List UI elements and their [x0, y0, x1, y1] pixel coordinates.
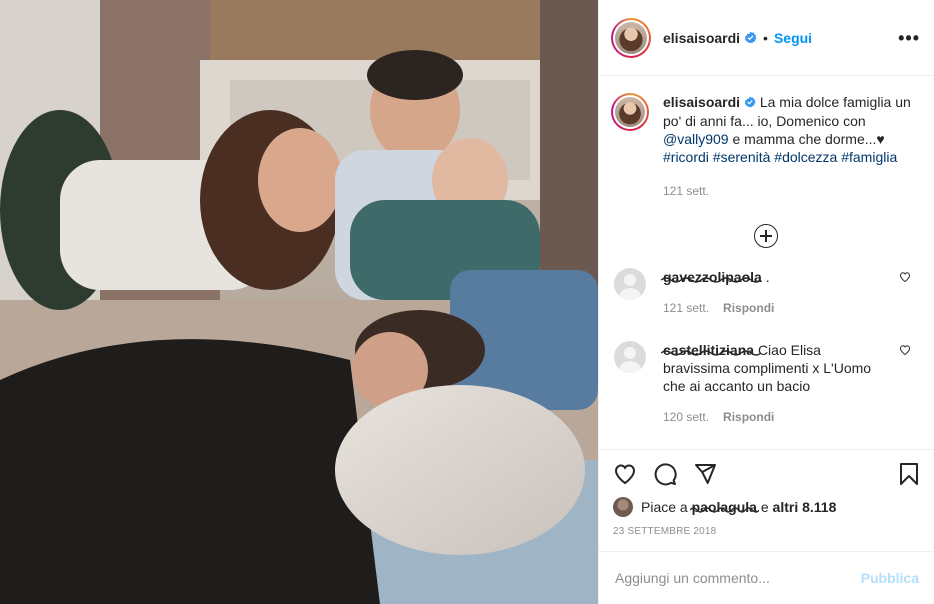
hashtag[interactable]: #serenità — [713, 149, 771, 165]
post-header: elisaisoardi • Segui ••• — [599, 0, 934, 76]
likes-conjunction: e — [760, 499, 769, 515]
caption-avatar[interactable] — [611, 93, 649, 131]
like-heart-icon[interactable] — [613, 462, 637, 486]
comment-username[interactable]: gavezzolipaola — [661, 269, 766, 285]
likes-prefix: Piace a — [641, 499, 688, 515]
publish-button[interactable]: Pubblica — [861, 570, 919, 586]
comment-item: gavezzolipaola . 121 sett. Rispondi — [611, 268, 921, 317]
comment-input[interactable] — [615, 570, 861, 586]
comment-item: castellitiziana Ciao Elisa bravissima co… — [611, 341, 921, 426]
comment-text: . — [765, 269, 770, 285]
follow-button[interactable]: Segui — [774, 30, 812, 46]
hashtag[interactable]: #famiglia — [841, 149, 897, 165]
post-photo[interactable] — [0, 0, 598, 604]
more-options-icon[interactable]: ••• — [898, 29, 920, 47]
liker-username[interactable]: paolagula — [689, 499, 759, 515]
family-photo-image — [0, 0, 598, 604]
comment-time[interactable]: 121 sett. — [663, 299, 709, 317]
verified-badge-icon — [744, 31, 757, 44]
save-bookmark-icon[interactable] — [897, 462, 921, 486]
post-actions: Piace a paolagula e altri 8.118 23 SETTE… — [599, 449, 934, 537]
like-comment-heart-icon[interactable] — [899, 270, 911, 288]
like-comment-heart-icon[interactable] — [899, 343, 911, 361]
comment-username[interactable]: castellitiziana — [661, 342, 761, 358]
post-date[interactable]: 23 SETTEMBRE 2018 — [599, 526, 934, 537]
post-caption: elisaisoardi La mia dolce famiglia un po… — [611, 93, 921, 200]
likes-others[interactable]: altri 8.118 — [773, 499, 837, 515]
author-username[interactable]: elisaisoardi — [663, 30, 740, 46]
likes-summary: Piace a paolagula e altri 8.118 — [599, 494, 934, 520]
comment-bubble-icon[interactable] — [653, 462, 677, 486]
comment-time[interactable]: 120 sett. — [663, 408, 709, 426]
reply-button[interactable]: Rispondi — [723, 408, 774, 426]
caption-username[interactable]: elisaisoardi — [663, 94, 740, 110]
comment-avatar[interactable] — [614, 341, 646, 373]
hashtag[interactable]: #ricordi — [663, 149, 709, 165]
plus-circle-icon[interactable] — [754, 224, 778, 248]
caption-mention[interactable]: @vally909 — [663, 131, 729, 147]
add-comment-bar: Pubblica — [599, 551, 934, 604]
hashtag[interactable]: #dolcezza — [774, 149, 837, 165]
load-more-comments — [611, 224, 921, 248]
verified-badge-icon — [744, 94, 756, 112]
liker-avatar[interactable] — [613, 497, 633, 517]
comments-list[interactable]: elisaisoardi La mia dolce famiglia un po… — [599, 77, 934, 449]
author-avatar[interactable] — [611, 17, 651, 58]
comment-avatar[interactable] — [614, 268, 646, 300]
caption-time[interactable]: 121 sett. — [663, 182, 709, 200]
reply-button[interactable]: Rispondi — [723, 299, 774, 317]
post-sidebar: elisaisoardi • Segui ••• elisaisoardi La… — [598, 0, 934, 604]
header-separator: • — [763, 29, 768, 46]
caption-text-2: e mamma che dorme...♥ — [732, 131, 885, 147]
share-direct-icon[interactable] — [693, 462, 717, 486]
